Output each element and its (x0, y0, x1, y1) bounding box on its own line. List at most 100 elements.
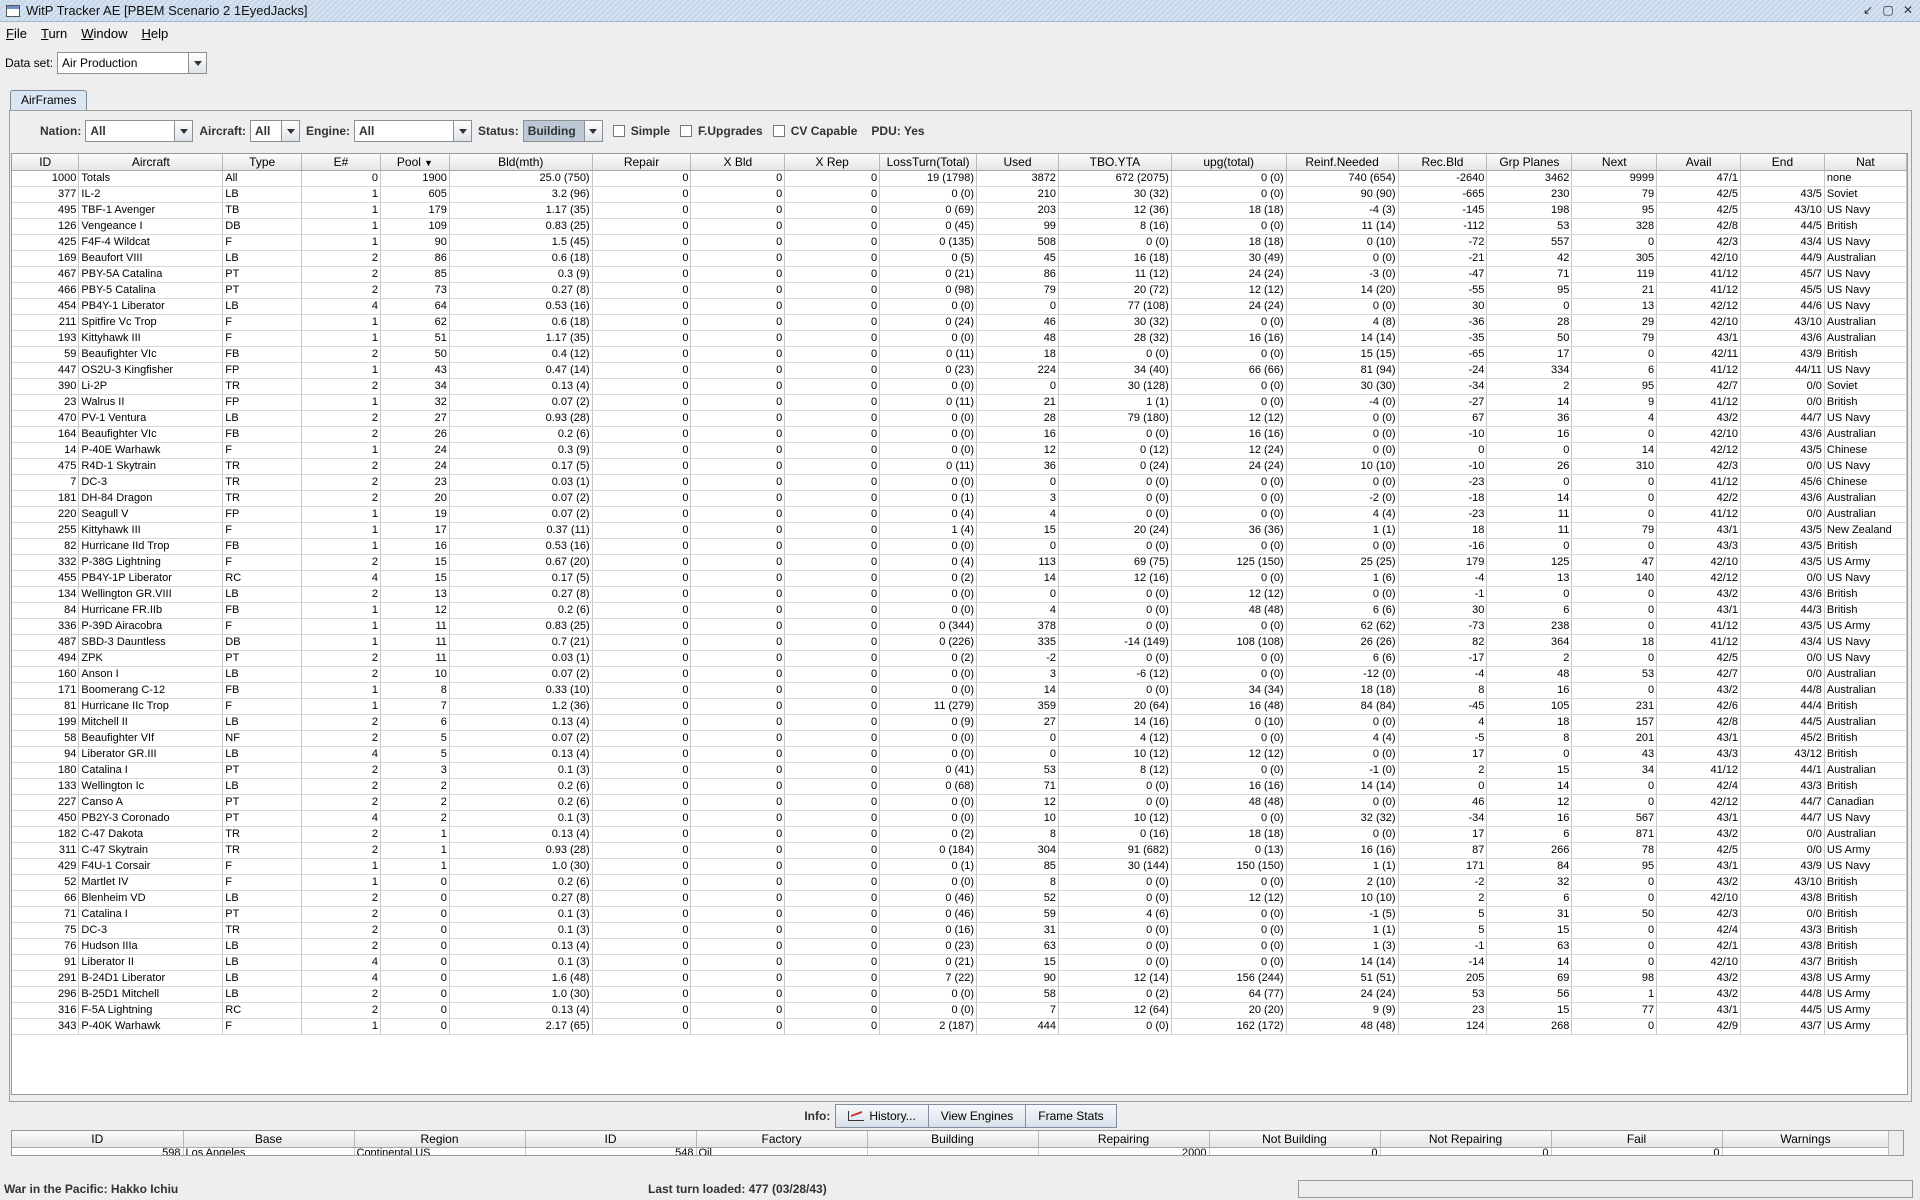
menu-window[interactable]: Window (81, 26, 127, 41)
column-header[interactable]: Fail (1551, 1131, 1723, 1148)
table-row[interactable]: 466 PBY-5 Catalina PT 2 73 0.27 (8) 0 0 0 0 (98) 7… (12, 282, 1907, 299)
column-header[interactable]: Avail (1656, 154, 1742, 171)
minimize-icon[interactable]: ↙ (1860, 2, 1876, 18)
column-header[interactable]: Base (183, 1131, 355, 1148)
column-header[interactable]: X Bld (690, 154, 786, 171)
column-header[interactable]: Pool ▼ (380, 154, 450, 171)
table-row[interactable]: 343 P-40K Warhawk F 1 0 2.17 (65) 0 0 0 2 (187) 44… (12, 1018, 1907, 1035)
table-row[interactable]: 58 Beaufighter VIf NF 2 5 0.07 (2) 0 0 0 0 (0) 0 4 … (12, 730, 1907, 747)
column-header[interactable]: LossTurn(Total) (879, 154, 978, 171)
table-row[interactable]: 227 Canso A PT 2 2 0.2 (6) 0 0 0 0 (0) 12 0 (0) 48 (… (12, 794, 1907, 811)
table-row[interactable]: 182 C-47 Dakota TR 2 1 0.13 (4) 0 0 0 0 (2) 8 0 (16… (12, 826, 1907, 843)
frame-stats-button[interactable]: Frame Stats (1025, 1104, 1117, 1128)
table-row[interactable]: 164 Beaufighter VIc FB 2 26 0.2 (6) 0 0 0 0 (0) 16… (12, 426, 1907, 443)
table-row[interactable]: 52 Martlet IV F 1 0 0.2 (6) 0 0 0 0 (0) 8 0 (0) 0 (0… (12, 874, 1907, 891)
close-icon[interactable]: ✕ (1900, 2, 1916, 18)
engine-combo[interactable]: All (354, 120, 473, 142)
table-row[interactable]: 332 P-38G Lightning F 2 15 0.67 (20) 0 0 0 0 (4) 1… (12, 554, 1907, 571)
table-row[interactable]: 211 Spitfire Vc Trop F 1 62 0.6 (18) 0 0 0 0 (24)… (12, 314, 1907, 331)
column-header[interactable]: Region (354, 1131, 526, 1148)
table-row[interactable]: 84 Hurricane FR.IIb FB 1 12 0.2 (6) 0 0 0 0 (0) 4 0… (12, 602, 1907, 619)
column-header[interactable]: Aircraft (78, 154, 224, 171)
column-header[interactable]: Repair (592, 154, 692, 171)
chevron-down-icon[interactable] (583, 121, 602, 141)
chevron-down-icon[interactable] (453, 121, 472, 141)
column-header[interactable]: Bld(mth) (449, 154, 593, 171)
table-row[interactable]: 377 IL-2 LB 1 605 3.2 (96) 0 0 0 0 (0) 210 30 (32) 0… (12, 186, 1907, 203)
column-header[interactable]: E# (301, 154, 381, 171)
table-row[interactable]: 59 Beaufighter VIc FB 2 50 0.4 (12) 0 0 0 0 (11) 1… (12, 346, 1907, 363)
column-header[interactable]: Building (867, 1131, 1039, 1148)
table-row[interactable]: 193 Kittyhawk III F 1 51 1.17 (35) 0 0 0 0 (0) 48 2… (12, 330, 1907, 347)
table-row[interactable]: 494 ZPK PT 2 11 0.03 (1) 0 0 0 0 (2) -2 0 (0) 0 (0) 6… (12, 650, 1907, 667)
table-row[interactable]: 390 Li-2P TR 2 34 0.13 (4) 0 0 0 0 (0) 0 30 (128) 0 … (12, 378, 1907, 395)
table-row[interactable]: 133 Wellington Ic LB 2 2 0.2 (6) 0 0 0 0 (68) 71 0 … (12, 778, 1907, 795)
table-row[interactable]: 91 Liberator II LB 4 0 0.1 (3) 0 0 0 0 (21) 15 0 (0… (12, 954, 1907, 971)
table-row[interactable]: 455 PB4Y-1P Liberator RC 4 15 0.17 (5) 0 0 0 0 (2… (12, 570, 1907, 587)
table-row[interactable]: 171 Boomerang C-12 FB 1 8 0.33 (10) 0 0 0 0 (0) 14… (12, 682, 1907, 699)
cvcapable-checkbox[interactable]: CV Capable (772, 124, 857, 138)
table-row[interactable]: 160 Anson I LB 2 10 0.07 (2) 0 0 0 0 (0) 3 -6 (12) 0… (12, 666, 1907, 683)
table-row[interactable]: 75 DC-3 TR 2 0 0.1 (3) 0 0 0 0 (16) 31 0 (0) 0 (0) 1 … (12, 922, 1907, 939)
dataset-combo[interactable]: Air Production (57, 52, 208, 74)
menu-turn[interactable]: Turn (41, 26, 67, 41)
table-row[interactable]: 425 F4F-4 Wildcat F 1 90 1.5 (45) 0 0 0 0 (135) 50… (12, 234, 1907, 251)
column-header[interactable]: Reinf.Needed (1286, 154, 1399, 171)
column-header[interactable]: X Rep (784, 154, 881, 171)
column-header[interactable]: Not Repairing (1380, 1131, 1552, 1148)
column-header[interactable]: Not Building (1209, 1131, 1381, 1148)
column-header[interactable]: Used (976, 154, 1059, 171)
table-row[interactable]: 169 Beaufort VIII LB 2 86 0.6 (18) 0 0 0 0 (5) 45 1… (12, 250, 1907, 267)
table-row[interactable]: 1000 Totals All 0 1900 25.0 (750) 0 0 0 19 (1798)… (12, 170, 1907, 187)
column-header[interactable]: ID (12, 154, 80, 171)
view-engines-button[interactable]: View Engines (927, 1104, 1027, 1128)
table-row[interactable]: 199 Mitchell II LB 2 6 0.13 (4) 0 0 0 0 (9) 27 14 (… (12, 714, 1907, 731)
table-row[interactable]: 495 TBF-1 Avenger TB 1 179 1.17 (35) 0 0 0 0 (69)… (12, 202, 1907, 219)
table-row[interactable]: 66 Blenheim VD LB 2 0 0.27 (8) 0 0 0 0 (46) 52 0 (0… (12, 890, 1907, 907)
table-row[interactable]: 487 SBD-3 Dauntless DB 1 11 0.7 (21) 0 0 0 0 (226… (12, 634, 1907, 651)
vertical-scrollbar[interactable] (1888, 1131, 1903, 1155)
column-header[interactable]: Next (1571, 154, 1658, 171)
table-row[interactable]: 82 Hurricane IId Trop FB 1 16 0.53 (16) 0 0 0 0 (… (12, 538, 1907, 555)
column-header[interactable]: Type (222, 154, 303, 171)
column-header[interactable]: Factory (696, 1131, 868, 1148)
chevron-down-icon[interactable] (188, 53, 207, 73)
table-row[interactable]: 470 PV-1 Ventura LB 2 27 0.93 (28) 0 0 0 0 (0) 28 7… (12, 410, 1907, 427)
column-header[interactable]: Warnings (1722, 1131, 1890, 1148)
table-row[interactable]: 71 Catalina I PT 2 0 0.1 (3) 0 0 0 0 (46) 59 4 (6) 0… (12, 906, 1907, 923)
table-row[interactable]: 447 OS2U-3 Kingfisher FP 1 43 0.47 (14) 0 0 0 0 (… (12, 362, 1907, 379)
column-header[interactable]: upg(total) (1171, 154, 1287, 171)
table-row[interactable]: 134 Wellington GR.VIII LB 2 13 0.27 (8) 0 0 0 0 (… (12, 586, 1907, 603)
status-combo[interactable]: Building (522, 120, 603, 142)
table-row[interactable]: 220 Seagull V FP 1 19 0.07 (2) 0 0 0 0 (4) 4 0 (0) 0… (12, 506, 1907, 523)
table-row[interactable]: 475 R4D-1 Skytrain TR 2 24 0.17 (5) 0 0 0 0 (11) 3… (12, 458, 1907, 475)
fupgrades-checkbox[interactable]: F.Upgrades (680, 124, 763, 138)
column-header[interactable]: ID (525, 1131, 697, 1148)
history-button[interactable]: History... (835, 1104, 929, 1128)
column-header[interactable]: Repairing (1038, 1131, 1210, 1148)
column-header[interactable]: ID (12, 1131, 184, 1148)
table-row[interactable]: 81 Hurricane IIc Trop F 1 7 1.2 (36) 0 0 0 11 (27… (12, 698, 1907, 715)
table-row[interactable]: 94 Liberator GR.III LB 4 5 0.13 (4) 0 0 0 0 (0) 0 1… (12, 746, 1907, 763)
table-row[interactable]: 467 PBY-5A Catalina PT 2 85 0.3 (9) 0 0 0 0 (21) 8… (12, 266, 1907, 283)
table-row[interactable]: 76 Hudson IIIa LB 2 0 0.13 (4) 0 0 0 0 (23) 63 0 (0… (12, 938, 1907, 955)
column-header[interactable]: Rec.Bld (1398, 154, 1488, 171)
menu-file[interactable]: File (6, 26, 27, 41)
table-row[interactable]: 14 P-40E Warhawk F 1 24 0.3 (9) 0 0 0 0 (0) 12 0 (1… (12, 442, 1907, 459)
table-row[interactable]: 7 DC-3 TR 2 23 0.03 (1) 0 0 0 0 (0) 0 0 (0) 0 (0) 0 (… (12, 474, 1907, 491)
column-header[interactable]: Nat (1824, 154, 1907, 171)
column-header[interactable]: Grp Planes (1486, 154, 1573, 171)
table-row[interactable]: 126 Vengeance I DB 1 109 0.83 (25) 0 0 0 0 (45) 99… (12, 218, 1907, 235)
chevron-down-icon[interactable] (281, 121, 300, 141)
table-row[interactable]: 291 B-24D1 Liberator LB 4 0 1.6 (48) 0 0 0 7 (22)… (12, 970, 1907, 987)
aircraft-combo[interactable]: All (250, 120, 301, 142)
table-row[interactable]: 181 DH-84 Dragon TR 2 20 0.07 (2) 0 0 0 0 (1) 3 0 (… (12, 490, 1907, 507)
maximize-icon[interactable]: ▢ (1880, 2, 1896, 18)
table-row[interactable]: 180 Catalina I PT 2 3 0.1 (3) 0 0 0 0 (41) 53 8 (12… (12, 762, 1907, 779)
column-header[interactable]: TBO.YTA (1058, 154, 1172, 171)
table-row[interactable]: 255 Kittyhawk III F 1 17 0.37 (11) 0 0 0 1 (4) 15 2… (12, 522, 1907, 539)
table-row[interactable]: 316 F-5A Lightning RC 2 0 0.13 (4) 0 0 0 0 (0) 7 12… (12, 1002, 1907, 1019)
table-row[interactable]: 311 C-47 Skytrain TR 2 1 0.93 (28) 0 0 0 0 (184) 3… (12, 842, 1907, 859)
table-row[interactable]: 454 PB4Y-1 Liberator LB 4 64 0.53 (16) 0 0 0 0 (0… (12, 298, 1907, 315)
table-row[interactable]: 429 F4U-1 Corsair F 1 1 1.0 (30) 0 0 0 0 (1) 85 30 … (12, 858, 1907, 875)
